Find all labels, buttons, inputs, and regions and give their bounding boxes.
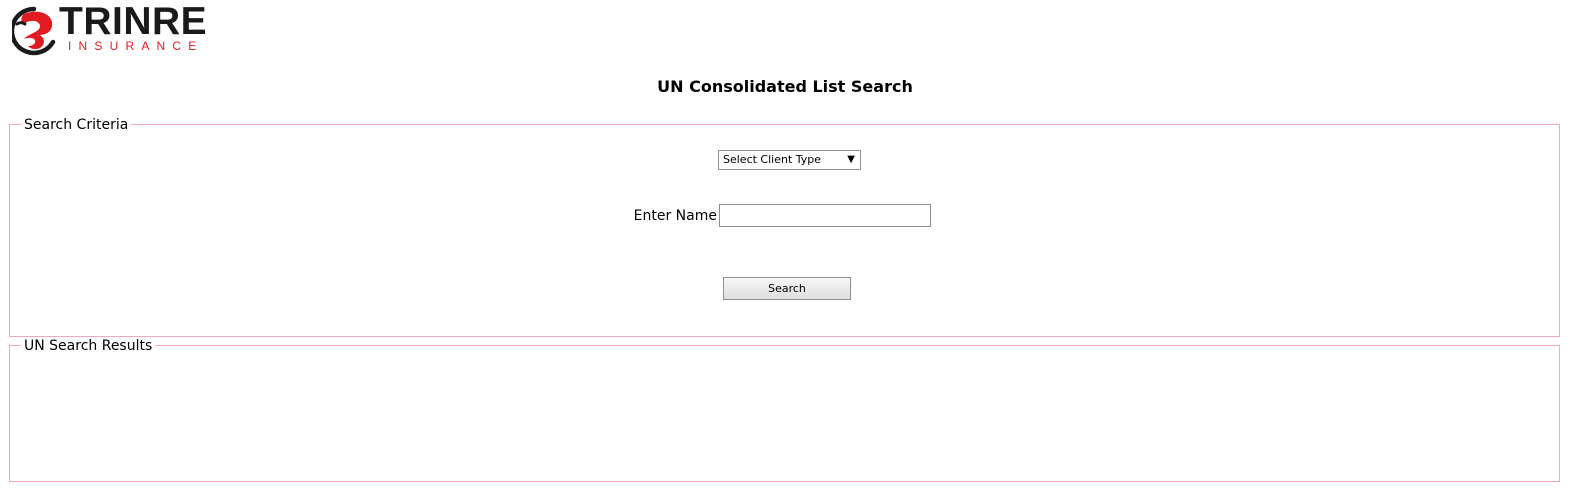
page-title: UN Consolidated List Search — [657, 77, 913, 96]
trinre-logo-icon — [12, 6, 56, 56]
search-criteria-panel: Search Criteria Select Client Type ▼ Ent… — [9, 117, 1560, 337]
search-button[interactable]: Search — [723, 277, 851, 300]
logo-wordmark: TRINRE — [59, 0, 208, 43]
search-criteria-legend: Search Criteria — [21, 117, 132, 133]
search-results-panel: UN Search Results — [9, 338, 1560, 482]
search-results-legend: UN Search Results — [21, 338, 156, 354]
name-input[interactable] — [719, 204, 931, 227]
company-logo: TRINRE INSURANCE — [12, 2, 207, 56]
client-type-select[interactable]: Select Client Type ▼ — [718, 150, 861, 170]
client-type-selected-value: Select Client Type — [723, 153, 822, 166]
logo-tagline: INSURANCE — [68, 39, 204, 53]
enter-name-label: Enter Name — [633, 208, 717, 224]
chevron-down-icon: ▼ — [847, 154, 855, 165]
